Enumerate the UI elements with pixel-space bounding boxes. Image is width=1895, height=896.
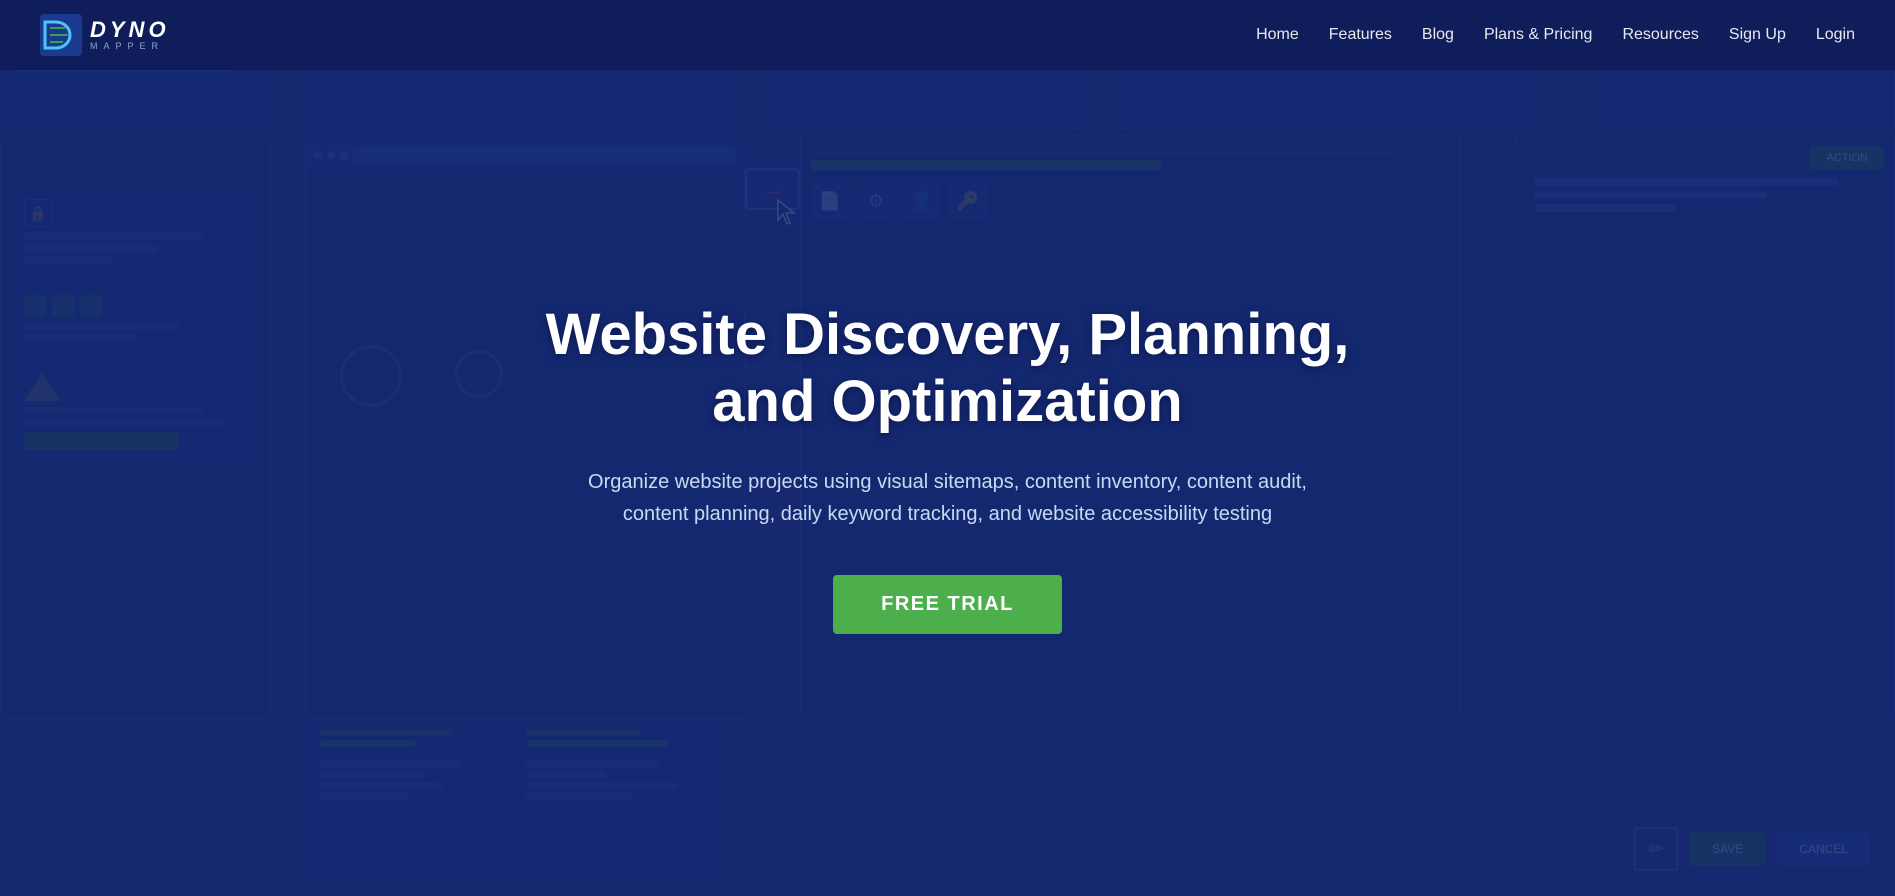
logo-icon bbox=[40, 14, 82, 56]
nav-link-plans[interactable]: Plans & Pricing bbox=[1484, 26, 1593, 43]
logo-title: DYNO bbox=[90, 19, 170, 41]
hero-content: Website Discovery, Planning, and Optimiz… bbox=[0, 0, 1895, 896]
nav-item-features[interactable]: Features bbox=[1329, 26, 1392, 44]
nav-links: Home Features Blog Plans & Pricing Resou… bbox=[1256, 26, 1855, 44]
hero-subtitle: Organize website projects using visual s… bbox=[568, 466, 1328, 530]
nav-link-login[interactable]: Login bbox=[1816, 26, 1855, 43]
nav-item-blog[interactable]: Blog bbox=[1422, 26, 1454, 44]
logo-text-area: DYNO MAPPER bbox=[90, 19, 170, 51]
navbar: DYNO MAPPER Home Features Blog Plans & P… bbox=[0, 0, 1895, 70]
nav-link-resources[interactable]: Resources bbox=[1622, 26, 1698, 43]
logo-subtitle: MAPPER bbox=[90, 42, 170, 51]
nav-link-blog[interactable]: Blog bbox=[1422, 26, 1454, 43]
nav-item-signup[interactable]: Sign Up bbox=[1729, 26, 1786, 44]
nav-item-plans[interactable]: Plans & Pricing bbox=[1484, 26, 1593, 44]
nav-link-features[interactable]: Features bbox=[1329, 26, 1392, 43]
nav-item-resources[interactable]: Resources bbox=[1622, 26, 1698, 44]
free-trial-button[interactable]: FREE TRIAL bbox=[833, 575, 1062, 634]
nav-link-signup[interactable]: Sign Up bbox=[1729, 26, 1786, 43]
hero-title: Website Discovery, Planning, and Optimiz… bbox=[546, 302, 1350, 435]
nav-link-home[interactable]: Home bbox=[1256, 26, 1299, 43]
logo-area[interactable]: DYNO MAPPER bbox=[40, 14, 170, 56]
nav-item-home[interactable]: Home bbox=[1256, 26, 1299, 44]
nav-item-login[interactable]: Login bbox=[1816, 26, 1855, 44]
hero-container: 📄 ⚙ 👤 🔑 ACTION 🔒 bbox=[0, 0, 1895, 896]
